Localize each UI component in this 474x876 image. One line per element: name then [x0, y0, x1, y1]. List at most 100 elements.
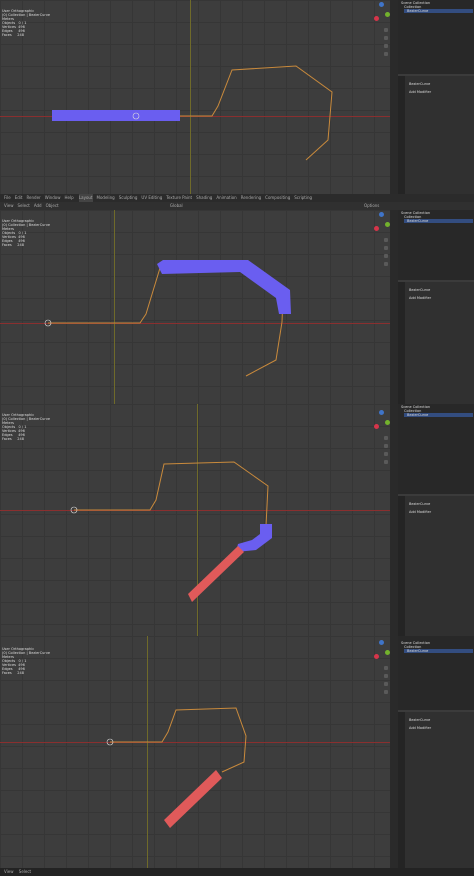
camera-icon[interactable] [384, 682, 388, 686]
gizmo-x-icon[interactable] [374, 16, 379, 21]
tab-texture-paint[interactable]: Texture Paint [166, 194, 192, 202]
grid-icon[interactable] [384, 52, 388, 56]
add-modifier-button[interactable]: Add Modifier [406, 90, 431, 94]
tab-sculpting[interactable]: Sculpting [119, 194, 138, 202]
curve-bevel-mesh [52, 110, 180, 121]
viewport-sidebar-tabs[interactable] [390, 404, 398, 636]
properties-editor: BezierCurve Add Modifier [398, 712, 474, 868]
curve-canvas [106, 707, 247, 828]
gizmo-z-icon[interactable] [379, 2, 384, 7]
curve-bevel-red [188, 546, 244, 602]
outliner: Scene Collection Collection BezierCurve [398, 210, 474, 280]
curve-bevel-mesh [236, 524, 272, 552]
viewport-info: User Orthographic (0) Collection | Bezier… [2, 647, 51, 675]
properties-tabs[interactable] [398, 496, 405, 636]
transform-orientation-select[interactable]: Global [170, 202, 183, 210]
zoom-icon[interactable] [384, 238, 388, 242]
bezier-curve [110, 707, 247, 773]
properties-tabs[interactable] [398, 712, 405, 868]
outliner: Scene Collection Collection BezierCurve [398, 636, 474, 710]
tab-scripting[interactable]: Scripting [294, 194, 312, 202]
options-button[interactable]: Options [364, 202, 379, 210]
viewport-info: User Orthographic (0) Collection | Bezier… [2, 413, 51, 441]
menu-file[interactable]: File [4, 194, 11, 202]
timeline-select-menu[interactable]: Select [19, 869, 31, 874]
tab-compositing[interactable]: Compositing [265, 194, 290, 202]
curve-bevel-mesh [157, 260, 291, 314]
viewport-3d[interactable]: User Orthographic (0) Collection | Bezier… [0, 0, 390, 194]
menu-edit[interactable]: Edit [15, 194, 23, 202]
outliner-bezier-curve[interactable]: BezierCurve [404, 219, 473, 223]
bezier-curve [74, 461, 269, 527]
outliner-bezier-curve[interactable]: BezierCurve [404, 649, 473, 653]
menu-window[interactable]: Window [45, 194, 61, 202]
properties-tabs[interactable] [398, 76, 405, 194]
viewport-header: View Select Add Object Global Options [0, 202, 474, 210]
viewport-sidebar-tabs[interactable] [390, 636, 398, 868]
zoom-icon[interactable] [384, 666, 388, 670]
grid-icon[interactable] [384, 460, 388, 464]
camera-icon[interactable] [384, 254, 388, 258]
gizmo-z-icon[interactable] [379, 410, 384, 415]
viewport-sidebar-tabs[interactable] [390, 210, 398, 404]
gizmo-x-icon[interactable] [374, 654, 379, 659]
viewport-3d[interactable]: User Orthographic (0) Collection | Bezier… [0, 636, 390, 868]
outliner-bezier-curve[interactable]: BezierCurve [404, 9, 473, 13]
camera-icon[interactable] [384, 452, 388, 456]
curve-canvas [44, 260, 291, 377]
outliner-bezier-curve[interactable]: BezierCurve [404, 413, 473, 417]
properties-object-name: BezierCurve [409, 718, 431, 722]
properties-object-name: BezierCurve [409, 82, 431, 86]
viewport-3d[interactable]: User Orthographic (0) Collection | Bezier… [0, 404, 390, 636]
bezier-curve [48, 261, 284, 377]
tab-uv-editing[interactable]: UV Editing [141, 194, 162, 202]
grid-icon[interactable] [384, 690, 388, 694]
add-modifier-button[interactable]: Add Modifier [406, 296, 431, 300]
menu-help[interactable]: Help [64, 194, 73, 202]
viewport-info: User Orthographic (0) Collection | Bezier… [2, 9, 51, 37]
menu-object[interactable]: Object [46, 202, 59, 210]
add-modifier-button[interactable]: Add Modifier [406, 726, 431, 730]
menu-add[interactable]: Add [34, 202, 42, 210]
timeline-view-menu[interactable]: View [4, 869, 14, 874]
outliner: Scene Collection Collection BezierCurve [398, 0, 474, 74]
curve-canvas [70, 461, 272, 602]
curve-canvas [52, 65, 333, 161]
pan-hand-icon[interactable] [384, 674, 388, 678]
properties-object-name: BezierCurve [409, 502, 431, 506]
viewport-3d[interactable]: User Orthographic (0) Collection | Bezier… [0, 210, 390, 404]
curve-bevel-red [164, 770, 222, 828]
gizmo-x-icon[interactable] [374, 226, 379, 231]
camera-icon[interactable] [384, 44, 388, 48]
viewport-panel-3: User Orthographic (0) Collection | Bezier… [0, 404, 474, 636]
outliner: Scene Collection Collection BezierCurve [398, 404, 474, 494]
tab-modeling[interactable]: Modeling [97, 194, 115, 202]
pan-hand-icon[interactable] [384, 246, 388, 250]
pan-hand-icon[interactable] [384, 444, 388, 448]
gizmo-x-icon[interactable] [374, 424, 379, 429]
tab-layout[interactable]: Layout [78, 194, 93, 202]
top-bar: File Edit Render Window Help Layout Modeling S… [0, 194, 474, 202]
tab-shading[interactable]: Shading [196, 194, 212, 202]
properties-object-name: BezierCurve [409, 288, 431, 292]
gizmo-z-icon[interactable] [379, 212, 384, 217]
zoom-icon[interactable] [384, 436, 388, 440]
properties-editor: BezierCurve Add Modifier [398, 496, 474, 636]
viewport-sidebar-tabs[interactable] [390, 0, 398, 194]
pan-hand-icon[interactable] [384, 36, 388, 40]
zoom-icon[interactable] [384, 28, 388, 32]
gizmo-z-icon[interactable] [379, 640, 384, 645]
menu-view[interactable]: View [4, 202, 14, 210]
viewport-panel-2: User Orthographic (0) Collection | Bezier… [0, 210, 474, 404]
menu-render[interactable]: Render [26, 194, 40, 202]
tab-rendering[interactable]: Rendering [241, 194, 261, 202]
properties-tabs[interactable] [398, 282, 405, 404]
menu-select[interactable]: Select [18, 202, 30, 210]
viewport-panel-1: User Orthographic (0) Collection | Bezier… [0, 0, 474, 194]
viewport-panel-4: User Orthographic (0) Collection | Bezier… [0, 636, 474, 868]
tab-animation[interactable]: Animation [216, 194, 236, 202]
properties-editor: BezierCurve Add Modifier [398, 76, 474, 194]
viewport-info: User Orthographic (0) Collection | Bezier… [2, 219, 51, 247]
add-modifier-button[interactable]: Add Modifier [406, 510, 431, 514]
grid-icon[interactable] [384, 262, 388, 266]
